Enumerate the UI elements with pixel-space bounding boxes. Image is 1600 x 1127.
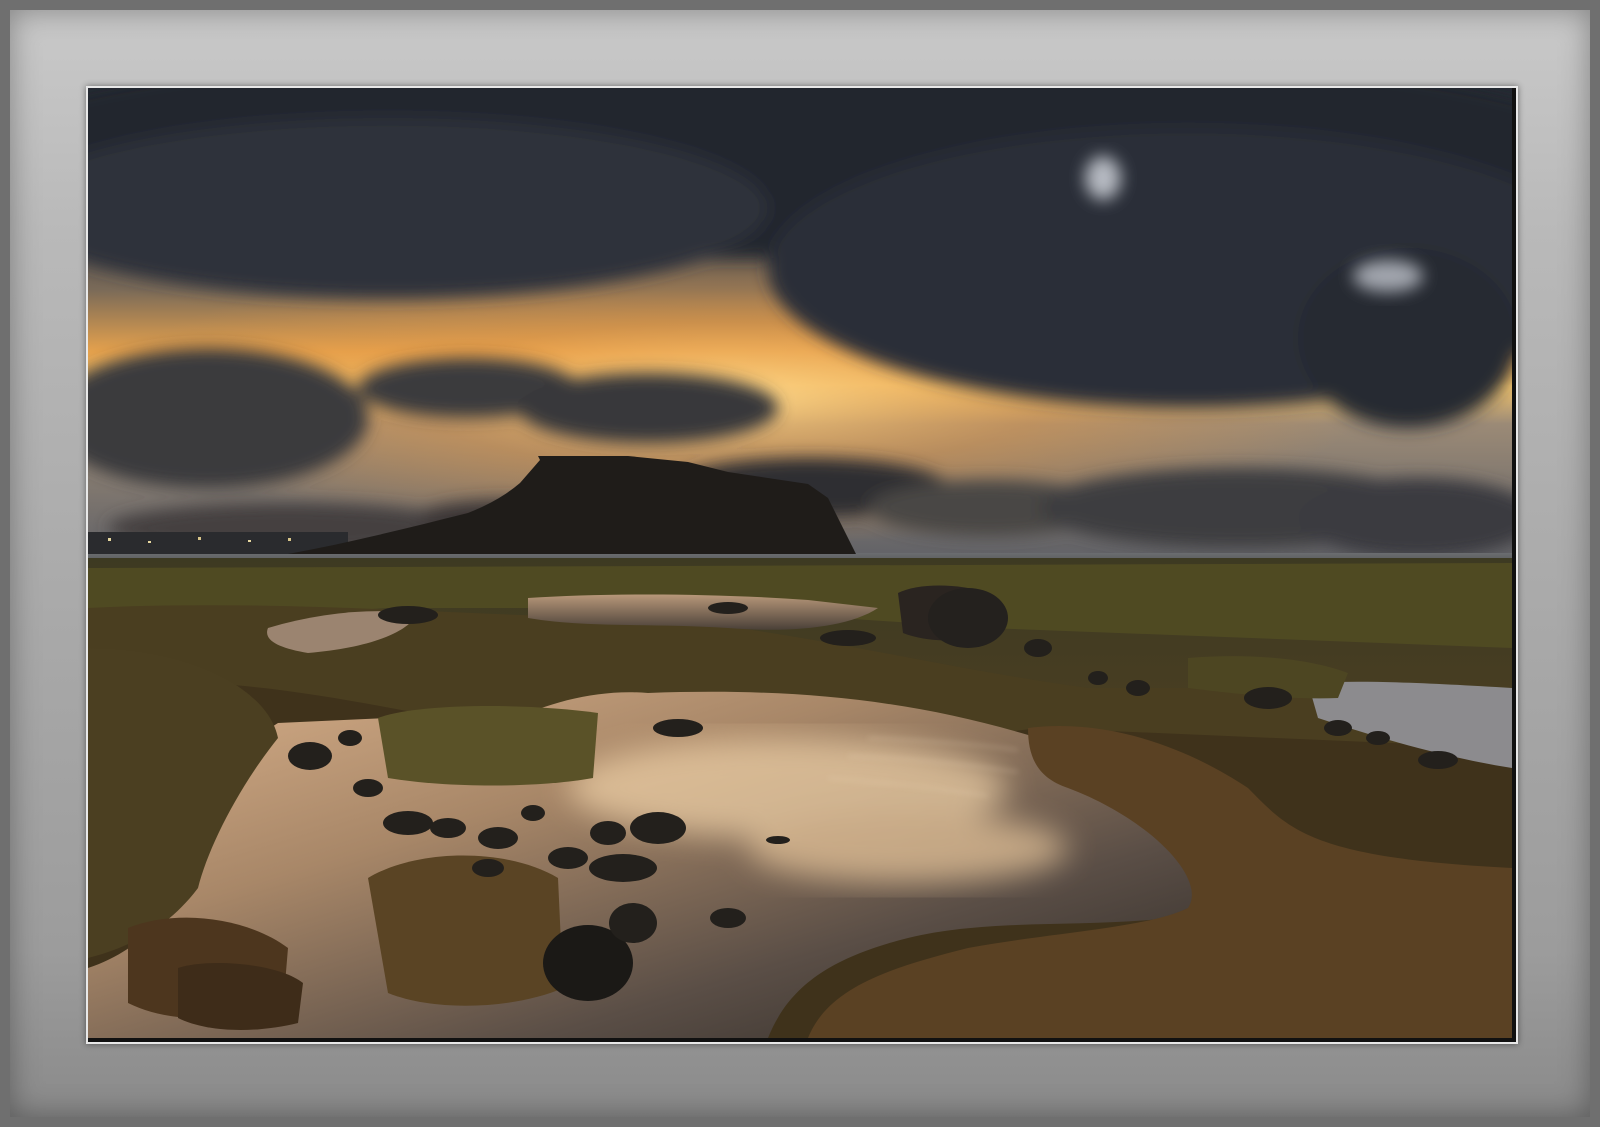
landscape-photo [88,88,1512,1038]
